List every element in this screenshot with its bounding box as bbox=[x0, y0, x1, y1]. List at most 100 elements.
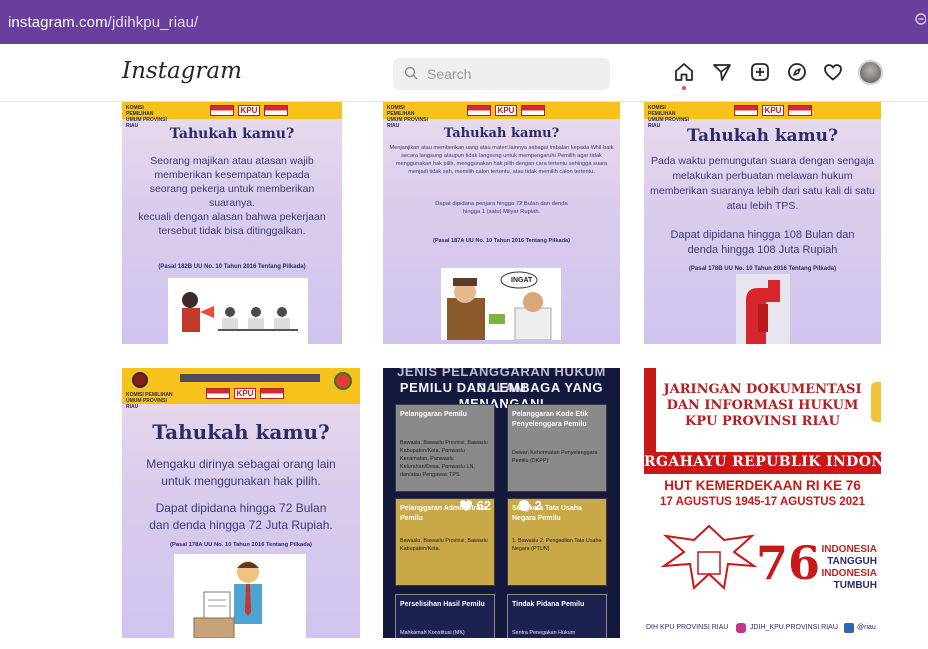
direct-message-icon[interactable] bbox=[711, 61, 733, 83]
jdih-logo-icon bbox=[521, 105, 545, 116]
violation-cell: Pelanggaran Kode Etik Penyelenggara Pemi… bbox=[507, 404, 607, 492]
url-path: /jdihkpu_riau/ bbox=[107, 14, 199, 31]
search-icon bbox=[404, 66, 418, 85]
garuda-emblem-icon bbox=[654, 518, 764, 610]
url-host: instagram.com bbox=[8, 14, 108, 31]
heart-icon bbox=[460, 500, 472, 511]
jdih-logo-icon bbox=[264, 105, 288, 116]
post-body-2: kecuali dengan alasan bahwa pekerjaan te… bbox=[138, 211, 326, 237]
post-tile[interactable]: KOMISI PEMILIHAN UMUM PROVINSI RIAU KPU … bbox=[383, 102, 620, 344]
post-tile[interactable]: JENIS PELANGGARAN HUKUM DALAM PEMILU DAN… bbox=[383, 368, 620, 638]
post-body: Mengaku dirinya sebagai orang lain untuk… bbox=[146, 457, 336, 488]
ri76-number: 76 bbox=[756, 536, 821, 590]
post-heading-mid: PEMILU DAN LEMBAGA YANG bbox=[399, 380, 604, 395]
ballot-illustration bbox=[736, 274, 790, 344]
activity-heart-icon[interactable] bbox=[822, 61, 844, 83]
profile-avatar[interactable] bbox=[858, 60, 883, 85]
comment-icon bbox=[518, 500, 530, 511]
slogan-line-2: TANGGUH bbox=[827, 556, 877, 567]
bulletin-strip bbox=[180, 374, 320, 382]
post-tile[interactable]: KOMISI PEMILIHAN UMUM PROVINSI RIAU KPU … bbox=[122, 368, 360, 638]
post-body-2: Dapat dipidana hingga 108 Bulan dan dend… bbox=[670, 229, 855, 256]
cell-heading: Pelanggaran Kode Etik Penyelenggara Pemi… bbox=[512, 411, 589, 428]
post-title: Tahukah kamu? bbox=[687, 126, 838, 146]
zoom-icon[interactable] bbox=[914, 12, 927, 30]
slogan-line-1: INDONESIA bbox=[821, 544, 877, 555]
logo-band: KOMISI PEMILIHAN UMUM PROVINSI RIAU KPU bbox=[644, 102, 881, 129]
search-input[interactable] bbox=[427, 64, 597, 84]
logo-band: KOMISI PEMILIHAN UMUM PROVINSI RIAU KPU bbox=[383, 102, 620, 129]
cell-heading: Tindak Pidana Pemilu bbox=[512, 601, 585, 608]
post-tile[interactable]: KOMISI PEMILIHAN UMUM PROVINSI RIAU KPU … bbox=[122, 102, 342, 344]
url-text[interactable]: instagram.com/jdihkpu_riau/ bbox=[8, 14, 198, 31]
search-box[interactable] bbox=[393, 58, 610, 90]
instagram-logo[interactable]: Instagram bbox=[122, 58, 242, 84]
cell-body: Dewan Kehormatan Penyelenggara Pemilu (D… bbox=[512, 450, 598, 464]
header-line-3: KPU PROVINSI RIAU bbox=[685, 414, 840, 429]
jdih-logo-icon bbox=[260, 388, 284, 399]
cell-body: Bawaslu, Bawaslu Provinsi, Bawaslu Kabup… bbox=[400, 538, 488, 552]
cartoon-bubble-text: INGAT bbox=[511, 277, 533, 284]
logo-band: KOMISI PEMILIHAN UMUM PROVINSI RIAU KPU bbox=[122, 102, 342, 129]
browser-url-bar[interactable]: instagram.com/jdihkpu_riau/ bbox=[0, 0, 928, 44]
cell-body: Bawaslu, Bawaslu Provinsi, Bawaslu Kabup… bbox=[400, 440, 488, 478]
instagram-header: Instagram bbox=[0, 44, 928, 102]
post-reference: (Pasal 182B UU No. 10 Tahun 2016 Tentang… bbox=[158, 264, 306, 270]
kpu-logo: KPU bbox=[762, 105, 784, 116]
slogan-line-4: TUMBUH bbox=[833, 580, 877, 591]
explore-icon[interactable] bbox=[786, 61, 808, 83]
active-indicator bbox=[682, 86, 686, 90]
hut-dates: 17 AGUSTUS 1945-17 AGUSTUS 2021 bbox=[660, 496, 865, 508]
kpu-logo: KPU bbox=[234, 388, 256, 399]
logo-band: KOMISI PEMILIHAN UMUM PROVINSI RIAU KPU bbox=[122, 368, 360, 410]
voter-illustration bbox=[174, 554, 306, 638]
workers-illustration bbox=[168, 278, 308, 344]
post-reference: (Pasal 178B UU No. 10 Tahun 2016 Tentang… bbox=[688, 266, 837, 272]
org-name: KOMISI PEMILIHAN UMUM PROVINSI RIAU bbox=[126, 392, 173, 410]
post-title: Tahukah kamu? bbox=[443, 126, 560, 141]
facebook-icon bbox=[844, 623, 854, 633]
header-line-1: JARINGAN DOKUMENTASI bbox=[663, 382, 862, 397]
post-body: Pada waktu pemungutan suara dengan senga… bbox=[650, 155, 875, 212]
home-icon[interactable] bbox=[673, 61, 695, 83]
post-body-2: Dapat dipidana hingga 72 Bulan dan denda… bbox=[149, 501, 333, 532]
cell-heading: Perselisihan Hasil Pemilu bbox=[400, 601, 485, 608]
post-body: Seorang majikan atau atasan wajib member… bbox=[149, 155, 315, 209]
comments-value: 2 bbox=[534, 498, 542, 513]
comments-count: 2 bbox=[517, 498, 542, 513]
footer-jdih-site: DIH KPU PROVINSI RIAU bbox=[646, 624, 729, 631]
emblem-icon bbox=[734, 105, 758, 116]
post-tile[interactable]: JARINGAN DOKUMENTASI DAN INFORMASI HUKUM… bbox=[644, 368, 881, 638]
cell-body: Sentra Penegakan Hukum bbox=[512, 630, 576, 636]
post-title: Tahukah kamu? bbox=[152, 420, 330, 444]
bribery-cartoon: INGAT bbox=[441, 268, 561, 341]
violation-cell: Tindak Pidana Pemilu Sentra Penegakan Hu… bbox=[507, 594, 607, 638]
kpu-logo: KPU bbox=[495, 105, 517, 116]
post-reference: (Pasal 178A UU No. 10 Tahun 2016 Tentang… bbox=[170, 542, 312, 548]
cell-body: 1. Bawaslu 2. Pengadilan Tata Usaha Nega… bbox=[512, 538, 602, 552]
post-title: Tahukah kamu? bbox=[169, 126, 295, 142]
emblem-icon bbox=[210, 105, 234, 116]
slogan-line-3: INDONESIA bbox=[821, 568, 877, 579]
garuda-icon bbox=[334, 372, 352, 390]
post-body: Menjanjikan atau memberikan uang atau ma… bbox=[389, 145, 614, 175]
header-line-2: DAN INFORMASI HUKUM bbox=[666, 398, 859, 413]
emblem-icon bbox=[467, 105, 491, 116]
kpu-emblem-icon bbox=[132, 372, 148, 388]
new-post-icon[interactable] bbox=[749, 61, 771, 83]
social-footer: DIH KPU PROVINSI RIAU JDIH_KPU.PROVINSI … bbox=[644, 618, 881, 638]
footer-twitter-handle: @riau bbox=[857, 624, 876, 631]
emblem-icon bbox=[206, 388, 230, 399]
instagram-icon bbox=[736, 623, 746, 633]
cell-heading: Pelanggaran Pemilu bbox=[400, 410, 490, 420]
post-body-2: Dapat dipidana penjara hingga 72 Bulan d… bbox=[435, 201, 568, 215]
cell-body: Mahkamah Konstitusi (MK) bbox=[400, 630, 465, 636]
violation-cell: Pelanggaran Pemilu Bawaslu, Bawaslu Prov… bbox=[395, 404, 495, 492]
kpu-logo: KPU bbox=[238, 105, 260, 116]
violation-cell: Perselisihan Hasil Pemilu Mahkamah Konst… bbox=[395, 594, 495, 638]
hut-title: HUT KEMERDEKAAN RI KE 76 bbox=[664, 478, 861, 493]
post-tile[interactable]: KOMISI PEMILIHAN UMUM PROVINSI RIAU KPU … bbox=[644, 102, 881, 344]
post-reference: (Pasal 187A UU No. 10 Tahun 2016 Tentang… bbox=[433, 238, 570, 244]
dirgahayu-banner: RGAHAYU REPUBLIK INDONE bbox=[644, 454, 881, 470]
jdih-logo-icon bbox=[788, 105, 812, 116]
